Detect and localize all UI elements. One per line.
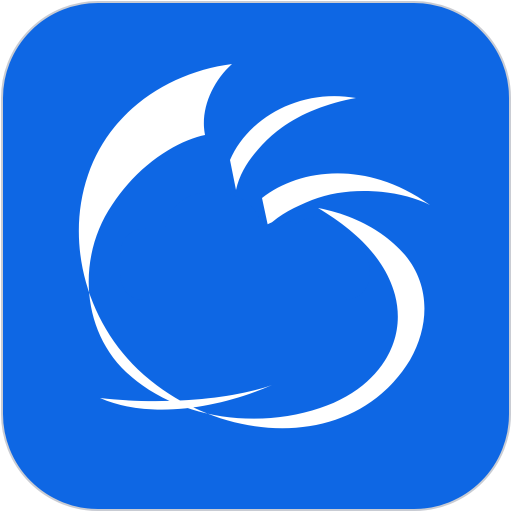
app-icon-canvas [0, 0, 512, 512]
weather-swirl-cloud-icon[interactable] [0, 0, 512, 512]
